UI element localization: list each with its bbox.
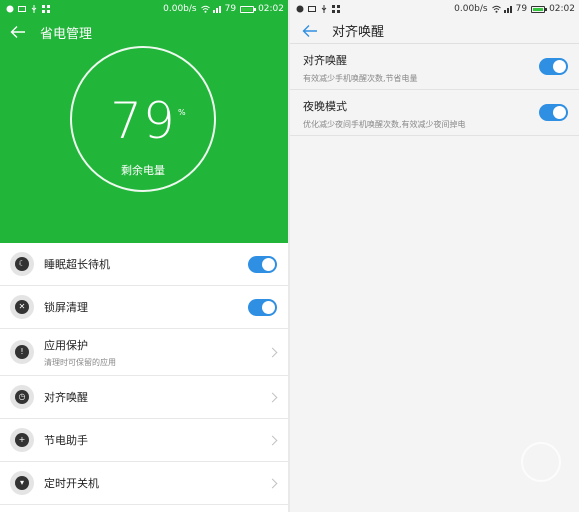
setting-label: 对齐唤醒 bbox=[303, 54, 347, 67]
list-item-power-assistant[interactable]: + 节电助手 bbox=[0, 419, 288, 462]
battery-level-text: 79 bbox=[515, 4, 528, 14]
percent-unit: % bbox=[178, 108, 186, 117]
list-item-label: 定时开关机 bbox=[44, 477, 99, 490]
setting-night-mode[interactable]: 夜晚模式 优化减少夜间手机唤醒次数,有效减少夜间掉电 bbox=[290, 90, 579, 136]
signal-icon bbox=[212, 5, 221, 13]
grid-icon bbox=[332, 5, 340, 13]
battery-assist-icon: + bbox=[10, 428, 34, 452]
night-mode-toggle[interactable] bbox=[539, 104, 568, 121]
wifi-icon bbox=[491, 5, 501, 13]
list-item-align-wakeup[interactable]: ◷ 对齐唤醒 bbox=[0, 376, 288, 419]
screen-icon bbox=[308, 5, 316, 13]
page-title: 对齐唤醒 bbox=[332, 25, 385, 40]
battery-percent: 79 bbox=[110, 92, 176, 150]
setting-label: 夜晚模式 bbox=[303, 100, 347, 113]
list-item-sleep-standby[interactable]: ☾ 睡眠超长待机 bbox=[0, 243, 288, 286]
lock-clean-toggle[interactable] bbox=[248, 298, 277, 316]
clock-time: 02:02 bbox=[549, 4, 575, 14]
battery-header: 0.00b/s 79 02:02 省电管理 79 % 剩余电量 bbox=[0, 0, 288, 243]
setting-align-wakeup[interactable]: 对齐唤醒 有效减少手机唤醒次数,节省电量 bbox=[290, 44, 579, 90]
shield-icon: ! bbox=[10, 340, 34, 364]
lock-clean-icon: ✕ bbox=[10, 295, 34, 319]
grid-icon bbox=[42, 5, 50, 13]
setting-subtitle: 有效减少手机唤醒次数,节省电量 bbox=[303, 74, 418, 83]
power-management-screen: 0.00b/s 79 02:02 省电管理 79 % 剩余电量 ☾ 睡眠超长待机… bbox=[0, 0, 288, 512]
list-item-label: 对齐唤醒 bbox=[44, 391, 88, 404]
power-timer-icon: ▾ bbox=[10, 471, 34, 495]
notification-icon bbox=[296, 5, 304, 13]
page-title: 省电管理 bbox=[40, 26, 93, 42]
battery-caption: 剩余电量 bbox=[121, 164, 165, 177]
status-bar: 0.00b/s 79 02:02 bbox=[290, 0, 579, 18]
network-speed: 0.00b/s bbox=[454, 4, 488, 14]
signal-icon bbox=[503, 5, 512, 13]
list-item-lock-clean[interactable]: ✕ 锁屏清理 bbox=[0, 286, 288, 329]
list-item-label: 节电助手 bbox=[44, 434, 88, 447]
list-item-label: 锁屏清理 bbox=[44, 301, 88, 314]
usb-icon bbox=[320, 5, 328, 13]
chevron-right-icon bbox=[267, 347, 278, 357]
title-bar: 省电管理 bbox=[0, 18, 288, 46]
battery-icon bbox=[531, 5, 548, 13]
battery-icon bbox=[240, 5, 257, 13]
battery-level-text: 79 bbox=[224, 4, 237, 14]
list-item-subtitle: 清理时可保留的应用 bbox=[44, 357, 116, 367]
sleep-standby-toggle[interactable] bbox=[248, 255, 277, 273]
chevron-right-icon bbox=[267, 392, 278, 402]
list-item-label: 睡眠超长待机 bbox=[44, 258, 110, 271]
align-wakeup-toggle[interactable] bbox=[539, 58, 568, 75]
settings-list: ☾ 睡眠超长待机 ✕ 锁屏清理 ! 应用保护 清理时可保留的应用 ◷ 对齐唤醒 … bbox=[0, 243, 288, 505]
setting-subtitle: 优化减少夜间手机唤醒次数,有效减少夜间掉电 bbox=[303, 120, 466, 129]
align-wakeup-screen: 0.00b/s 79 02:02 对齐唤醒 对齐唤醒 有效减少手机唤醒次数,节省… bbox=[290, 0, 579, 512]
list-item-app-protect[interactable]: ! 应用保护 清理时可保留的应用 bbox=[0, 329, 288, 376]
screen-icon bbox=[18, 5, 26, 13]
status-bar: 0.00b/s 79 02:02 bbox=[0, 0, 288, 18]
back-arrow-icon[interactable] bbox=[10, 25, 26, 39]
clock-icon: ◷ bbox=[10, 385, 34, 409]
clock-time: 02:02 bbox=[258, 4, 284, 14]
wifi-icon bbox=[200, 5, 210, 13]
usb-icon bbox=[30, 5, 38, 13]
title-bar: 对齐唤醒 bbox=[290, 18, 579, 44]
battery-gauge: 79 % 剩余电量 bbox=[70, 46, 216, 192]
chevron-right-icon bbox=[267, 435, 278, 445]
network-speed: 0.00b/s bbox=[163, 4, 197, 14]
list-item-label: 应用保护 bbox=[44, 338, 88, 352]
notification-icon bbox=[6, 5, 14, 13]
list-item-scheduled-power[interactable]: ▾ 定时开关机 bbox=[0, 462, 288, 505]
sleep-icon: ☾ bbox=[10, 252, 34, 276]
back-arrow-icon[interactable] bbox=[302, 24, 318, 38]
watermark-logo bbox=[521, 442, 561, 482]
chevron-right-icon bbox=[267, 478, 278, 488]
